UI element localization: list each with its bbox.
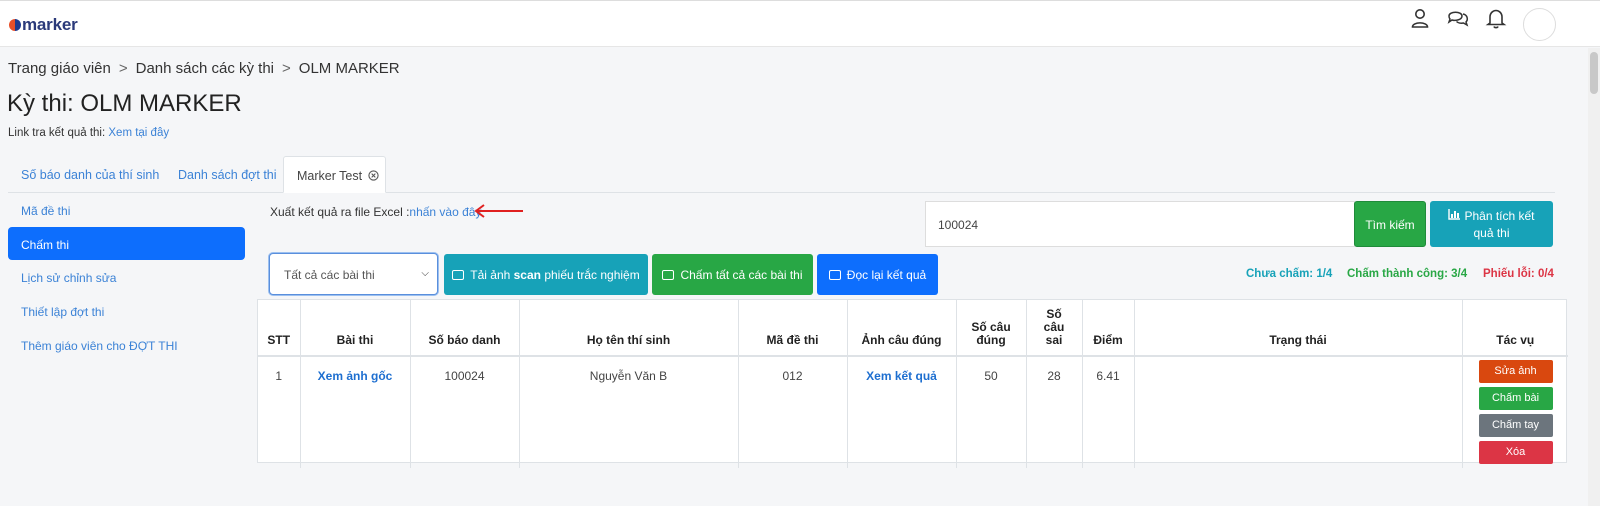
- export-label: Xuất kết quả ra file Excel :: [270, 205, 410, 219]
- scan-icon: [828, 270, 841, 280]
- wrong-header-l1: Số: [1046, 307, 1062, 321]
- scrollbar-thumb[interactable]: [1590, 52, 1598, 94]
- logo-text: marker: [22, 15, 78, 34]
- view-result-link[interactable]: Xem kết quả: [866, 369, 937, 383]
- upload-scan-button[interactable]: Tải ảnh scan phiếu trắc nghiệm: [444, 254, 648, 295]
- result-link-row: Link tra kết quả thi: Xem tại đây: [8, 127, 169, 139]
- table-header-row: STT Bài thi Số báo danh Họ tên thí sinh …: [258, 300, 1568, 357]
- results-table: STT Bài thi Số báo danh Họ tên thí sinh …: [257, 299, 1568, 468]
- column-header: Bài thi: [300, 300, 411, 357]
- column-header: Ảnh câu đúng: [847, 300, 957, 357]
- breadcrumb: Trang giáo viên > Danh sách các kỳ thi > OLM…: [8, 60, 400, 77]
- cell-status: [1134, 356, 1463, 468]
- cell-answer-img: Xem kết quả: [847, 356, 957, 468]
- analyze-label-line2: quả thi: [1473, 226, 1510, 240]
- cell-sbd: 100024: [410, 356, 520, 468]
- breadcrumb-item-current: OLM MARKER: [298, 60, 400, 77]
- cell-correct: 50: [956, 356, 1027, 468]
- result-link-label: Link tra kết quả thi:: [8, 127, 106, 139]
- tab-candidate-numbers[interactable]: Số báo danh của thí sinh: [21, 156, 159, 193]
- grade-button[interactable]: Chấm bài: [1478, 387, 1553, 410]
- chat-icon[interactable]: [1447, 7, 1469, 29]
- sidebar-item-round-settings[interactable]: Thiết lập đợt thi: [8, 294, 245, 328]
- logo-mark-icon: [9, 19, 21, 31]
- upload-label-suffix: phiếu trắc nghiệm: [540, 268, 640, 282]
- tab-exam-rounds[interactable]: Danh sách đợt thi: [178, 156, 277, 193]
- scan-icon: [662, 270, 675, 280]
- grade-all-label: Chấm tất cả các bài thi: [680, 268, 803, 282]
- reread-results-button[interactable]: Đọc lại kết quả: [817, 254, 938, 295]
- upload-label-prefix: Tải ảnh: [470, 268, 514, 282]
- grade-all-button[interactable]: Chấm tất cả các bài thi: [652, 254, 813, 295]
- cell-wrong: 28: [1026, 356, 1083, 468]
- breadcrumb-item-teacher[interactable]: Trang giáo viên: [8, 60, 111, 77]
- cell-exam: Xem ảnh gốc: [300, 356, 411, 468]
- column-header: Tác vụ: [1462, 300, 1568, 357]
- correct-header-text: Số câu đúng: [971, 320, 1011, 347]
- column-header: Trạng thái: [1134, 300, 1463, 357]
- stat-error: Phiếu lỗi: 0/4: [1483, 268, 1554, 280]
- export-link[interactable]: nhấn vào đây: [409, 205, 481, 219]
- table-row: 1 Xem ảnh gốc 100024 Nguyễn Văn B 012 Xe…: [258, 356, 1568, 468]
- exam-filter-select[interactable]: Tất cả các bài thi ⌵: [269, 253, 438, 295]
- column-header: Số câu sai: [1026, 300, 1083, 357]
- analyze-label-line1: Phân tích kết: [1464, 209, 1535, 223]
- avatar[interactable]: [1523, 8, 1556, 41]
- view-original-link[interactable]: Xem ảnh gốc: [318, 369, 393, 383]
- stat-ungraded: Chưa chấm: 1/4: [1246, 268, 1333, 280]
- cell-actions: Sửa ảnh Chấm bài Chấm tay Xóa: [1462, 356, 1568, 468]
- select-value: Tất cả các bài thi: [284, 268, 375, 282]
- bell-icon[interactable]: [1485, 7, 1507, 29]
- sidebar-item-grading[interactable]: Chấm thi: [8, 227, 245, 260]
- app-logo[interactable]: marker: [9, 15, 78, 35]
- analyze-results-button[interactable]: Phân tích kết quả thi: [1430, 201, 1553, 247]
- column-header: Họ tên thí sinh: [519, 300, 739, 357]
- column-header: Mã đề thi: [738, 300, 848, 357]
- tab-bar: Số báo danh của thí sinh Danh sách đợt t…: [8, 156, 1555, 193]
- tab-label: Marker Test: [297, 169, 363, 183]
- breadcrumb-item-exams[interactable]: Danh sách các kỳ thi: [136, 60, 274, 77]
- search-button[interactable]: Tìm kiếm: [1354, 201, 1426, 247]
- page-title: Kỳ thi: OLM MARKER: [7, 90, 242, 117]
- page-scrollbar[interactable]: [1588, 48, 1600, 506]
- column-header: STT: [258, 300, 301, 357]
- column-header: Điểm: [1082, 300, 1135, 357]
- sidebar-item-add-teacher[interactable]: Thêm giáo viên cho ĐỢT THI: [8, 328, 245, 362]
- cell-name: Nguyễn Văn B: [519, 356, 739, 468]
- image-icon: [452, 270, 465, 280]
- cell-stt: 1: [258, 356, 301, 468]
- wrong-header-l3: sai: [1045, 333, 1063, 347]
- cell-score: 6.41: [1082, 356, 1135, 468]
- breadcrumb-separator: >: [282, 60, 291, 77]
- close-circle-icon[interactable]: [367, 170, 379, 181]
- export-row: Xuất kết quả ra file Excel :nhấn vào đây: [270, 205, 481, 219]
- column-header: Số báo danh: [410, 300, 520, 357]
- search-input[interactable]: 100024: [925, 201, 1355, 247]
- user-icon[interactable]: [1409, 7, 1431, 29]
- delete-button[interactable]: Xóa: [1478, 441, 1553, 464]
- reread-label: Đọc lại kết quả: [846, 268, 927, 282]
- edit-image-button[interactable]: Sửa ảnh: [1478, 360, 1553, 383]
- stat-success: Chấm thành công: 3/4: [1347, 268, 1468, 280]
- cell-code: 012: [738, 356, 848, 468]
- result-link[interactable]: Xem tại đây: [108, 127, 169, 139]
- column-header: Số câu đúng: [956, 300, 1027, 357]
- wrong-header-l2: câu: [1043, 320, 1065, 334]
- sidebar-item-exam-codes[interactable]: Mã đề thi: [8, 193, 245, 227]
- sidebar-item-edit-history[interactable]: Lịch sử chỉnh sửa: [8, 260, 245, 294]
- red-arrow-annotation-icon: [474, 204, 523, 218]
- breadcrumb-separator: >: [118, 60, 128, 77]
- top-navbar: marker: [0, 0, 1600, 47]
- bar-chart-icon: [1448, 209, 1461, 220]
- tab-marker-test[interactable]: Marker Test: [283, 156, 386, 193]
- sidebar: Mã đề thi Chấm thi Lịch sử chỉnh sửa Thi…: [8, 193, 245, 362]
- manual-grade-button[interactable]: Chấm tay: [1478, 414, 1553, 437]
- chevron-down-icon: ⌵: [421, 268, 429, 279]
- upload-label-bold: scan: [513, 268, 541, 282]
